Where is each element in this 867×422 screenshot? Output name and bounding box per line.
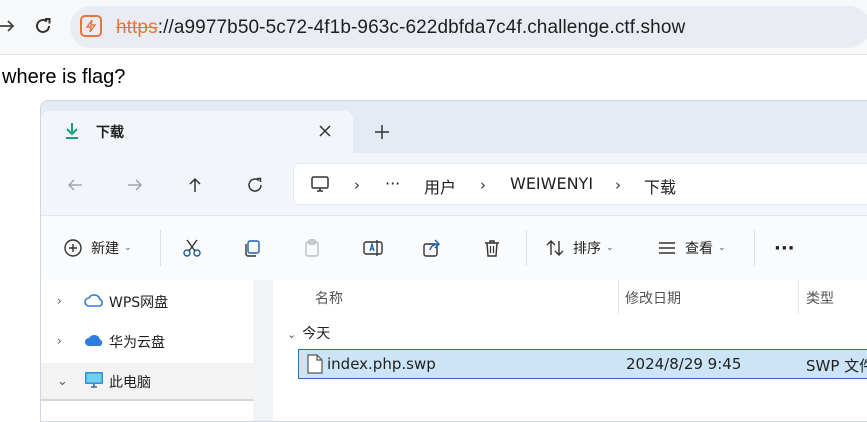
not-secure-icon[interactable] [80,15,102,37]
wps-cloud-icon [83,291,105,313]
breadcrumb-item-downloads[interactable]: 下载 [644,174,676,198]
breadcrumb[interactable]: › ··· 用户 › WEIWENYI › 下载 [293,163,867,205]
navigation-pane: › WPS网盘 › 华为云盘 ⌄ 此电脑 [41,280,253,421]
view-button[interactable]: 查看 ⌄ [657,236,726,260]
share-icon[interactable] [422,236,442,260]
new-tab-icon[interactable] [371,121,393,143]
url-text[interactable]: https://a9977b50-5c72-4f1b-963c-622dbfda… [116,17,685,39]
chevron-down-icon: ⌄ [606,243,614,253]
file-explorer-window: 下载 › ··· 用户 › WEIWENYI › 下载 新建 ⌄ 排序 ⌄ 查看… [40,100,867,422]
tab-title: 下载 [96,125,124,141]
page-message: where is flag? [2,66,126,88]
navigation-row: › ··· 用户 › WEIWENYI › 下载 [41,153,867,215]
tab-strip: 下载 [41,101,867,153]
chevron-right-icon[interactable]: › [57,294,62,308]
rename-icon[interactable] [362,236,384,260]
chevron-right-icon: › [480,176,486,194]
breadcrumb-item-users[interactable]: 用户 [424,174,456,198]
breadcrumb-item-user[interactable]: WEIWENYI [510,174,593,193]
chevron-down-icon: ⌄ [718,243,726,253]
browser-toolbar: https://a9977b50-5c72-4f1b-963c-622dbfda… [0,0,867,55]
group-label: 今天 [302,326,331,342]
chevron-right-icon: › [354,176,360,194]
copy-icon[interactable] [242,236,262,260]
view-list-icon [659,242,675,254]
column-divider[interactable] [798,280,799,314]
column-header-type[interactable]: 类型 [806,288,834,308]
chevron-right-icon[interactable]: › [57,334,62,348]
file-name: index.php.swp [327,355,436,373]
chevron-down-icon: ⌄ [287,328,297,341]
paste-icon[interactable] [302,236,322,260]
column-header-name[interactable]: 名称 [315,288,343,308]
plus-circle-icon [64,239,82,257]
nav-item-wps-cloud[interactable]: › WPS网盘 [41,283,253,319]
file-type: SWP 文件 [806,357,867,375]
nav-item-label: WPS网盘 [109,295,169,311]
chevron-right-icon: › [615,176,621,194]
forward-icon[interactable] [0,13,20,39]
refresh-icon[interactable] [243,173,267,197]
breadcrumb-more[interactable]: ··· [385,174,400,193]
delete-icon[interactable] [482,236,502,260]
divider [160,230,161,266]
back-icon[interactable] [63,173,87,197]
sort-icon [546,240,564,256]
chevron-down-icon[interactable]: ⌄ [57,374,68,389]
divider [754,230,755,266]
file-icon [307,354,323,378]
up-icon[interactable] [183,173,207,197]
column-divider[interactable] [618,280,619,314]
more-options-button[interactable]: ··· [774,236,795,260]
sort-label: 排序 [573,241,601,257]
nav-item-label: 此电脑 [109,375,151,391]
divider [526,230,527,266]
pane-splitter[interactable] [253,280,273,421]
tab-downloads[interactable]: 下载 [41,111,353,153]
nav-item-label: 华为云盘 [109,335,165,351]
new-label: 新建 [91,241,119,257]
huawei-cloud-icon [83,331,105,353]
chevron-down-icon: ⌄ [124,243,132,253]
command-bar: 新建 ⌄ 排序 ⌄ 查看 ⌄ ··· [41,215,867,281]
file-modified-date: 2024/8/29 9:45 [626,355,742,373]
computer-icon[interactable] [310,174,330,198]
close-icon[interactable] [315,121,335,141]
content-area: › WPS网盘 › 华为云盘 ⌄ 此电脑 名称 修改日期 类型 ⌄ 今天 ind… [41,280,867,421]
new-button[interactable]: 新建 ⌄ [63,236,132,260]
view-label: 查看 [685,241,713,257]
address-bar[interactable]: https://a9977b50-5c72-4f1b-963c-622dbfda… [70,6,867,48]
sort-button[interactable]: 排序 ⌄ [545,236,614,260]
forward-icon[interactable] [123,173,147,197]
file-row[interactable]: index.php.swp 2024/8/29 9:45 SWP 文件 [298,349,867,379]
url-scheme: https [116,17,158,38]
reload-icon[interactable] [30,13,56,39]
group-header-today[interactable]: ⌄ 今天 [287,323,330,343]
computer-icon [83,371,105,393]
cut-icon[interactable] [182,236,202,260]
nav-item-huawei-cloud[interactable]: › 华为云盘 [41,323,253,359]
column-header-modified[interactable]: 修改日期 [625,288,681,308]
download-icon [63,121,81,145]
nav-item-this-pc[interactable]: ⌄ 此电脑 [41,363,253,401]
url-host: ://a9977b50-5c72-4f1b-963c-622dbfda7c4f.… [157,17,686,38]
